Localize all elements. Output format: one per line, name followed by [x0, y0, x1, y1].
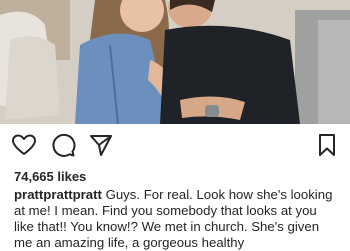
send-icon[interactable] [88, 132, 114, 158]
post-photo[interactable] [0, 0, 350, 124]
couple-photo-illustration [0, 0, 350, 124]
heart-icon[interactable] [11, 132, 37, 158]
comment-icon[interactable] [50, 132, 76, 158]
bookmark-icon[interactable] [314, 132, 340, 158]
post-caption: prattprattpratt Guys. For real. Look how… [14, 187, 340, 251]
like-count[interactable]: 74,665 likes [14, 169, 86, 184]
caption-username[interactable]: prattprattpratt [14, 187, 102, 202]
post-action-bar [0, 132, 350, 160]
